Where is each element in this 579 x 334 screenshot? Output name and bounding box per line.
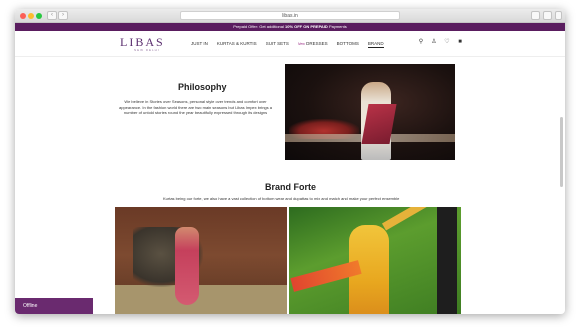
promo-text-prefix: Prepaid Offer: Get additional — [233, 24, 285, 29]
tabs-icon[interactable] — [543, 11, 552, 20]
new-badge: New — [297, 42, 305, 46]
share-icon[interactable] — [531, 11, 540, 20]
search-icon[interactable]: ⚲ — [418, 39, 424, 45]
philosophy-text: We believe in Stories over Seasons, pers… — [119, 99, 272, 115]
page-content: Philosophy We believe in Stories over Se… — [15, 57, 565, 314]
browser-window: ‹ › libas.in Prepaid Offer: Get addition… — [15, 9, 565, 314]
wishlist-icon[interactable]: ♡ — [444, 39, 450, 45]
nav-item-bottoms[interactable]: BOTTOMS — [337, 41, 359, 48]
promo-banner: Prepaid Offer: Get additional 10% OFF ON… — [15, 23, 565, 31]
main-nav: JUST IN KURTAS & KURTIS SUIT SETS New DR… — [191, 41, 384, 48]
model-yellow-dress-image — [289, 207, 461, 314]
philosophy-image — [285, 64, 455, 160]
browser-titlebar: ‹ › libas.in — [15, 9, 565, 23]
cart-icon[interactable]: ■ — [457, 39, 463, 45]
account-icon[interactable]: ♙ — [431, 39, 437, 45]
close-window-button[interactable] — [20, 13, 26, 19]
philosophy-title: Philosophy — [178, 82, 227, 92]
site-header: LIBAS NEW DELHI JUST IN KURTAS & KURTIS … — [15, 31, 565, 57]
forward-arrow-icon[interactable]: › — [58, 11, 68, 20]
brand-forte-title: Brand Forte — [265, 182, 317, 192]
nav-item-just-in[interactable]: JUST IN — [191, 41, 208, 48]
chat-status-widget[interactable]: Offline — [15, 298, 93, 314]
nav-item-kurtas-kurtis[interactable]: KURTAS & KURTIS — [217, 41, 257, 48]
nav-item-suit-sets[interactable]: SUIT SETS — [266, 41, 289, 48]
nav-item-brand[interactable]: BRAND — [367, 41, 384, 48]
promo-text-suffix: Payments — [327, 24, 347, 29]
promo-text-bold: 10% OFF ON PREPAID — [285, 24, 328, 29]
header-icons: ⚲ ♙ ♡ ■ — [418, 39, 463, 45]
new-tab-icon[interactable] — [555, 11, 562, 20]
model-with-horse-image — [115, 207, 287, 314]
page-scrollbar[interactable] — [560, 117, 563, 187]
nav-item-dresses[interactable]: New DRESSES — [298, 41, 328, 48]
logo-subtitle: NEW DELHI — [134, 48, 160, 52]
maximize-window-button[interactable] — [36, 13, 42, 19]
minimize-window-button[interactable] — [28, 13, 34, 19]
brand-forte-text: Kurtas being our forte, we also have a v… — [163, 196, 400, 201]
back-arrow-icon[interactable]: ‹ — [47, 11, 57, 20]
address-bar[interactable]: libas.in — [180, 11, 400, 20]
nav-item-dresses-label: DRESSES — [306, 41, 328, 46]
